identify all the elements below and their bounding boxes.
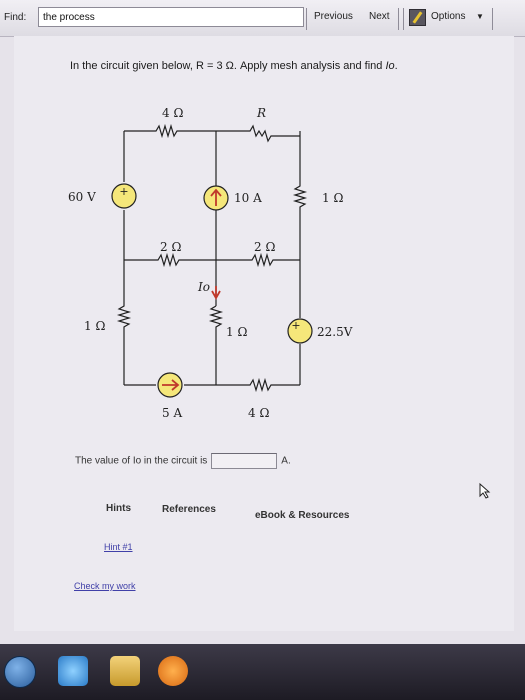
- wire-left-lower: [116, 260, 132, 385]
- find-input[interactable]: the process: [38, 7, 304, 27]
- wire-right: [292, 131, 308, 385]
- label-r-left-1: 1 Ω: [84, 319, 105, 333]
- wire-mid-right: [216, 252, 300, 268]
- plus-icon: +: [291, 319, 300, 332]
- find-toolbar: Find: the process Previous Next Options …: [0, 0, 525, 37]
- plus-icon: +: [119, 185, 128, 198]
- label-r-center-1: 1 Ω: [226, 325, 247, 339]
- wire-mid-left: [124, 252, 216, 268]
- check-work-link[interactable]: Check my work: [74, 581, 136, 591]
- label-r-top-left: 4 Ω: [162, 106, 183, 120]
- label-60v: 60 V: [68, 190, 96, 204]
- tab-ebook[interactable]: eBook & Resources: [255, 510, 349, 521]
- answer-row: The value of Io in the circuit is A.: [75, 453, 291, 469]
- next-button[interactable]: Next: [369, 11, 390, 22]
- question-suffix: .: [394, 60, 398, 72]
- wire-top: [124, 123, 300, 143]
- mouse-cursor-icon: [479, 482, 491, 499]
- question-prefix: In the circuit given below, R = 3 Ω. App…: [70, 60, 386, 72]
- label-r-mid-right: 2 Ω: [254, 240, 275, 254]
- resistor-center: [208, 305, 224, 385]
- hint-link[interactable]: Hint #1: [104, 542, 133, 552]
- label-r-right-1: 1 Ω: [322, 191, 343, 205]
- chevron-down-icon[interactable]: ▼: [476, 12, 484, 21]
- divider: [403, 8, 404, 30]
- answer-unit: A.: [281, 455, 291, 467]
- internet-explorer-icon[interactable]: [58, 656, 88, 686]
- divider: [306, 8, 307, 30]
- circuit-diagram: + + 4 Ω R 60 V 10 A 1 Ω 2 Ω 2 Ω Io 1 Ω 1…: [68, 106, 353, 420]
- folder-icon[interactable]: [110, 656, 140, 686]
- label-r-bottom: 4 Ω: [248, 406, 269, 420]
- label-10a: 10 A: [234, 191, 262, 205]
- divider: [398, 8, 399, 30]
- media-player-icon[interactable]: [158, 656, 188, 686]
- options-button[interactable]: Options: [431, 11, 465, 22]
- taskbar: [0, 644, 525, 700]
- divider: [492, 8, 493, 30]
- label-22v: 22.5V: [317, 325, 353, 339]
- label-r-top-right: R: [256, 106, 266, 120]
- wire-bottom: [124, 377, 300, 393]
- label-io: Io: [197, 280, 210, 294]
- start-button-icon[interactable]: [4, 656, 36, 688]
- answer-prompt: The value of Io in the circuit is: [75, 455, 208, 467]
- current-arrow-icon: [211, 286, 221, 300]
- options-icon[interactable]: [409, 9, 426, 26]
- tab-hints[interactable]: Hints: [106, 503, 131, 514]
- tab-references[interactable]: References: [162, 504, 216, 515]
- label-r-mid-left: 2 Ω: [160, 240, 181, 254]
- question-text: In the circuit given below, R = 3 Ω. App…: [70, 60, 398, 72]
- label-5a: 5 A: [162, 406, 182, 420]
- answer-input[interactable]: [211, 453, 278, 469]
- find-label: Find:: [4, 12, 27, 23]
- question-var: Io: [385, 60, 395, 72]
- previous-button[interactable]: Previous: [314, 11, 353, 22]
